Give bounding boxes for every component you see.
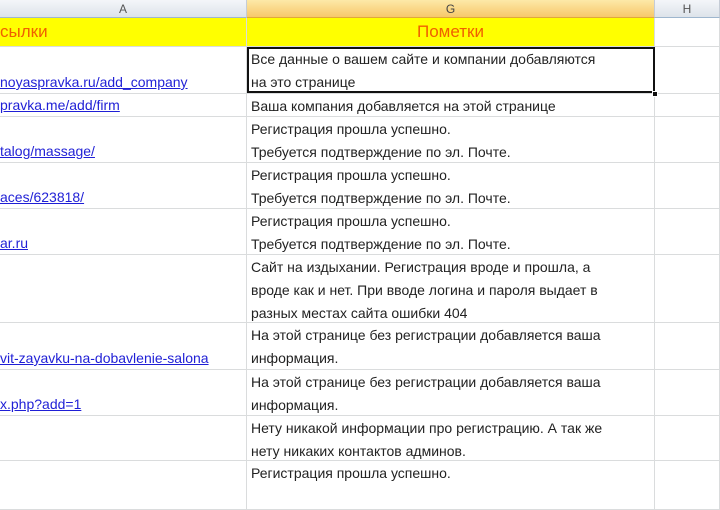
cell-note[interactable]: На этой странице без регистрации добавля… <box>247 370 655 415</box>
links-header-text: сылки <box>0 22 48 41</box>
table-row: Сайт на издыхании. Регистрация вроде и п… <box>0 255 720 323</box>
cell-note[interactable]: Регистрация прошла успешно. Требуется по… <box>247 117 655 162</box>
table-row: x.php?add=1 На этой странице без регистр… <box>0 370 720 416</box>
table-row: talog/massage/ Регистрация прошла успешн… <box>0 117 720 163</box>
cell-note[interactable]: Регистрация прошла успешно. Требуется по… <box>247 163 655 208</box>
table-row: vit-zayavku-na-dobavlenie-salona На этой… <box>0 323 720 370</box>
column-header-h[interactable]: H <box>655 0 720 18</box>
cell-note[interactable]: Регистрация прошла успешно. Требуется по… <box>247 209 655 254</box>
link[interactable]: noyaspravka.ru/add_company <box>0 71 246 93</box>
table-row: Нету никакой информации про регистрацию.… <box>0 416 720 461</box>
title-row: сылки Пометки <box>0 18 720 47</box>
column-header-g[interactable]: G <box>247 0 655 18</box>
cell-links-header[interactable]: сылки <box>0 18 247 46</box>
cell-note[interactable]: Сайт на издыхании. Регистрация вроде и п… <box>247 255 655 322</box>
cell-link[interactable]: noyaspravka.ru/add_company <box>0 47 247 93</box>
cell-note[interactable]: На этой странице без регистрации добавля… <box>247 323 655 369</box>
cell-note[interactable]: Регистрация прошла успешно. <box>247 461 655 509</box>
link[interactable]: pravka.me/add/firm <box>0 94 246 116</box>
cell-link[interactable] <box>0 255 247 322</box>
cell-h[interactable] <box>655 163 720 208</box>
cell-note[interactable]: Ваша компания добавляется на этой страни… <box>247 94 655 116</box>
link[interactable]: aces/623818/ <box>0 186 246 208</box>
cell-link[interactable]: x.php?add=1 <box>0 370 247 415</box>
table-row: ar.ru Регистрация прошла успешно. Требуе… <box>0 209 720 255</box>
cell-link[interactable] <box>0 461 247 509</box>
cell-link[interactable]: aces/623818/ <box>0 163 247 208</box>
table-row: noyaspravka.ru/add_company Все данные о … <box>0 47 720 94</box>
cell-note[interactable]: Все данные о вашем сайте и компании доба… <box>247 47 655 93</box>
link[interactable]: ar.ru <box>0 232 246 254</box>
cell-link[interactable]: pravka.me/add/firm <box>0 94 247 116</box>
cell-h[interactable] <box>655 117 720 162</box>
cell-h[interactable] <box>655 323 720 369</box>
cell-note[interactable]: Нету никакой информации про регистрацию.… <box>247 416 655 460</box>
table-row: aces/623818/ Регистрация прошла успешно.… <box>0 163 720 209</box>
cell-link[interactable]: ar.ru <box>0 209 247 254</box>
link[interactable]: x.php?add=1 <box>0 393 246 415</box>
cell-link[interactable]: vit-zayavku-na-dobavlenie-salona <box>0 323 247 369</box>
cell-link[interactable] <box>0 416 247 460</box>
cell-h[interactable] <box>655 416 720 460</box>
table-row: Регистрация прошла успешно. <box>0 461 720 510</box>
column-header-a[interactable]: A <box>0 0 247 18</box>
cell-h[interactable] <box>655 370 720 415</box>
link[interactable]: talog/massage/ <box>0 140 246 162</box>
cell-h[interactable] <box>655 255 720 322</box>
cell-h[interactable] <box>655 47 720 93</box>
cell-link[interactable]: talog/massage/ <box>0 117 247 162</box>
fill-handle[interactable] <box>652 91 658 97</box>
cell-h[interactable] <box>655 94 720 116</box>
cell-h[interactable] <box>655 209 720 254</box>
cell-h[interactable] <box>655 461 720 509</box>
notes-header-text: Пометки <box>417 22 484 41</box>
cell-notes-header[interactable]: Пометки <box>247 18 655 46</box>
table-row: pravka.me/add/firm Ваша компания добавля… <box>0 94 720 117</box>
cell-h[interactable] <box>655 18 720 46</box>
link[interactable]: vit-zayavku-na-dobavlenie-salona <box>0 347 246 369</box>
